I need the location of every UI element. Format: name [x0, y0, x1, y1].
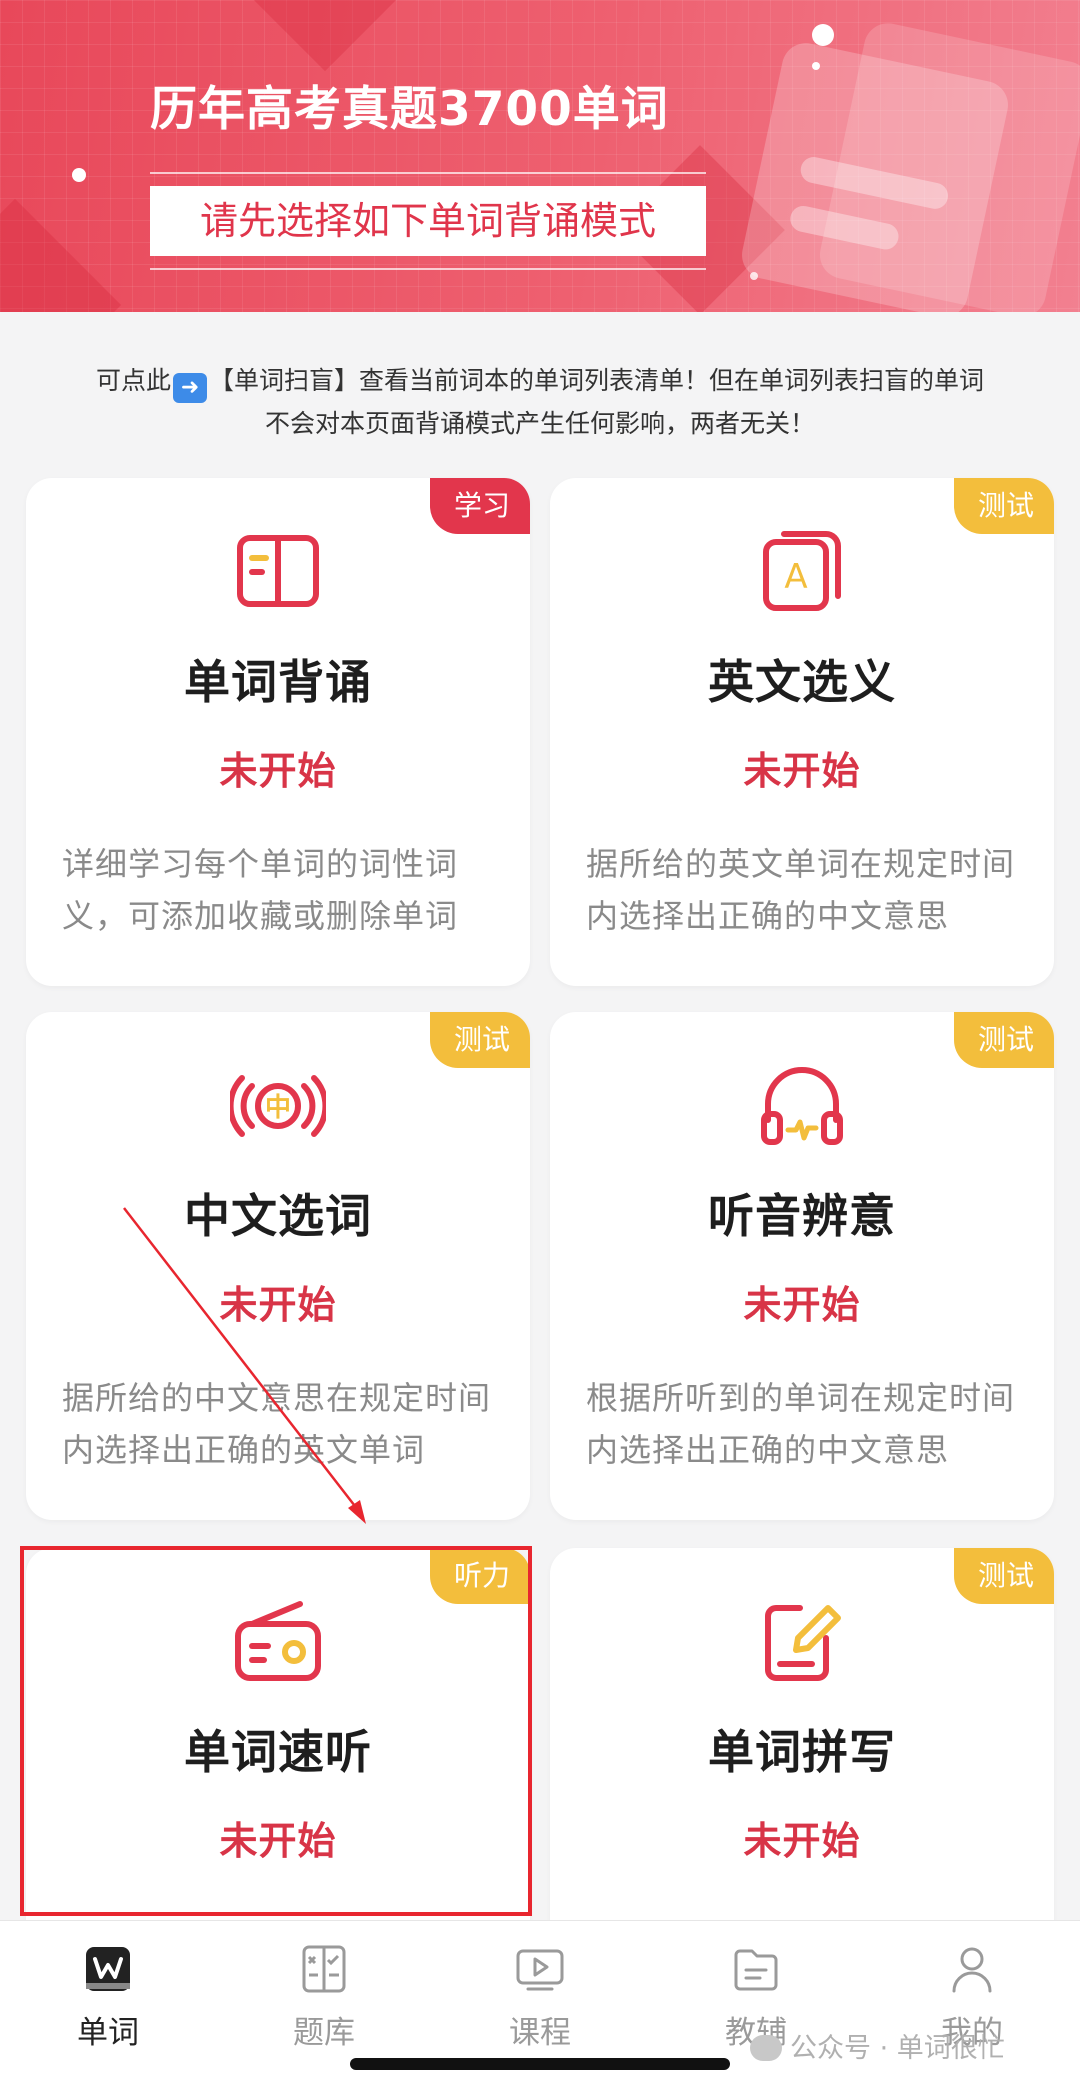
banner-document-illustration — [737, 38, 1013, 312]
tab-label: 题库 — [293, 2015, 355, 2051]
card-status: 未开始 — [219, 749, 337, 793]
word-book-icon — [82, 1943, 134, 1995]
mode-card-chinese-choose-word[interactable]: 测试 中 中文选词 未开始 据所给的中文意思在规定时间内选择出正确的英文单词 — [26, 1012, 530, 1520]
banner-decoration-dot — [750, 272, 758, 280]
letter-glyph: A — [784, 557, 807, 597]
tab-courses[interactable]: 课程 — [432, 1943, 648, 2063]
card-tag: 测试 — [953, 1548, 1054, 1604]
card-title: 单词拼写 — [708, 1725, 896, 1779]
notice-line-2: 不会对本页面背诵模式产生任何影响，两者无关！ — [264, 409, 815, 438]
mode-card-word-recite[interactable]: 学习 单词背诵 未开始 详细学习每个单词的词性词义，可添加收藏或删除单词 — [26, 478, 530, 986]
book-open-icon — [230, 524, 326, 620]
card-tag: 听力 — [429, 1548, 530, 1604]
word-scan-link[interactable]: 【单词扫盲】 — [209, 366, 359, 395]
tab-label: 课程 — [509, 2015, 571, 2051]
chinese-glyph: 中 — [265, 1093, 291, 1123]
banner-subtitle: 请先选择如下单词背诵模式 — [150, 186, 706, 256]
card-status: 未开始 — [743, 1283, 861, 1327]
chinese-sound-icon: 中 — [230, 1058, 326, 1154]
card-title: 单词背诵 — [184, 655, 372, 709]
notice-line-1: 可点此 ➜ 【单词扫盲】查看当前词本的单词列表清单！但在单词列表扫盲的单词 — [30, 360, 1050, 403]
question-bank-icon — [298, 1943, 350, 1995]
tab-words[interactable]: 单词 — [0, 1943, 216, 2063]
card-tag: 测试 — [953, 1012, 1054, 1068]
mode-card-english-choose-meaning[interactable]: 测试 A 英文选义 未开始 据所给的英文单词在规定时间内选择出正确的中文意思 — [550, 478, 1054, 986]
pencil-edit-icon — [754, 1594, 850, 1690]
card-title: 中文选词 — [184, 1189, 372, 1243]
card-title: 单词速听 — [184, 1725, 372, 1779]
card-tag: 测试 — [429, 1012, 530, 1068]
home-indicator — [350, 2058, 730, 2070]
wechat-icon — [750, 2035, 782, 2061]
card-tag: 测试 — [953, 478, 1054, 534]
tab-label: 单词 — [77, 2015, 139, 2051]
banner-divider — [150, 172, 706, 174]
card-tag: 学习 — [429, 478, 530, 534]
user-profile-icon — [946, 1943, 998, 1995]
card-status: 未开始 — [219, 1819, 337, 1863]
notice-prefix: 可点此 — [95, 366, 171, 395]
header-banner: 历年高考真题3700单词 请先选择如下单词背诵模式 — [0, 0, 1080, 312]
folder-materials-icon — [730, 1943, 782, 1995]
card-status: 未开始 — [219, 1283, 337, 1327]
banner-decoration-dot — [72, 168, 86, 182]
banner-decoration-dot — [812, 62, 820, 70]
right-arrow-icon: ➜ — [172, 373, 207, 403]
banner-decoration-dot — [812, 24, 834, 46]
card-description: 据所给的英文单词在规定时间内选择出正确的中文意思 — [586, 845, 1016, 935]
word-scan-notice[interactable]: 可点此 ➜ 【单词扫盲】查看当前词本的单词列表清单！但在单词列表扫盲的单词 不会对本… — [30, 360, 1050, 445]
banner-title: 历年高考真题3700单词 — [150, 82, 669, 137]
watermark-text: 公众号 · 单词很忙 — [790, 2033, 1005, 2064]
letter-a-card-icon: A — [754, 524, 850, 620]
radio-icon — [230, 1594, 326, 1690]
card-description: 根据所听到的单词在规定时间内选择出正确的中文意思 — [586, 1379, 1016, 1469]
card-status: 未开始 — [743, 1819, 861, 1863]
card-status: 未开始 — [743, 749, 861, 793]
card-description: 详细学习每个单词的词性词义，可添加收藏或删除单词 — [62, 845, 459, 935]
wechat-watermark: 公众号 · 单词很忙 — [750, 2026, 1005, 2065]
mode-card-listen-identify[interactable]: 测试 听音辨意 未开始 根据所听到的单词在规定时间内选择出正确的中文意思 — [550, 1012, 1054, 1520]
banner-divider — [150, 268, 706, 270]
headphones-icon — [754, 1058, 850, 1154]
card-description: 据所给的中文意思在规定时间内选择出正确的英文单词 — [62, 1379, 492, 1469]
card-title: 听音辨意 — [708, 1189, 896, 1243]
video-course-icon — [514, 1943, 566, 1995]
tab-question-bank[interactable]: 题库 — [216, 1943, 432, 2063]
card-title: 英文选义 — [708, 655, 896, 709]
notice-text: 查看当前词本的单词列表清单！但在单词列表扫盲的单词 — [359, 366, 985, 395]
